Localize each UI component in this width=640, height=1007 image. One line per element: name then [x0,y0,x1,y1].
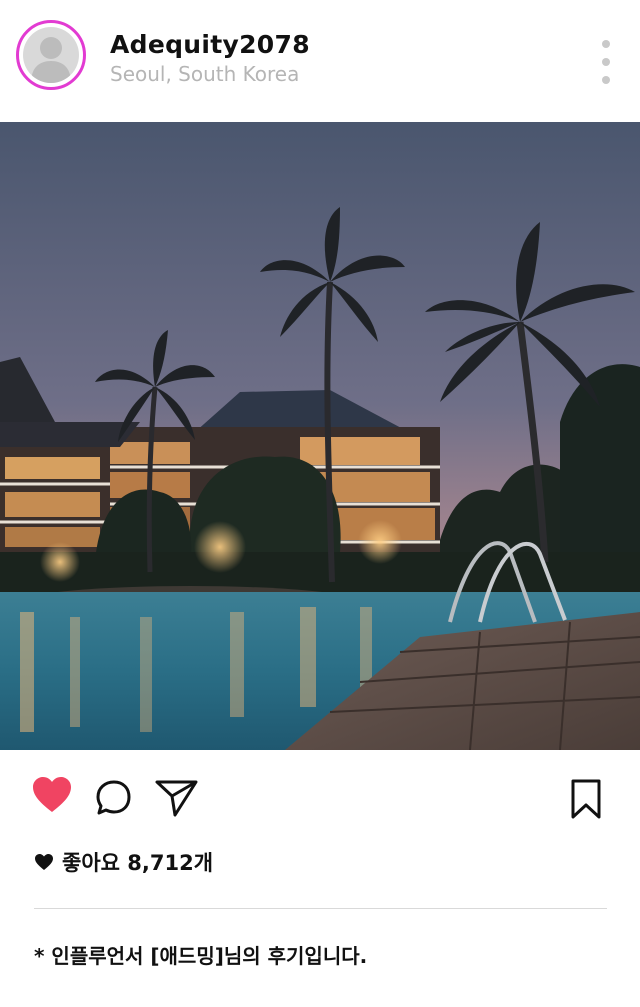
resort-pool-photo [0,122,640,750]
more-vertical-icon-dot [602,58,610,66]
paper-plane-icon [155,780,198,817]
heart-small-icon [35,854,53,870]
likes-count[interactable]: 좋아요 8,712개 [34,847,213,877]
more-vertical-icon-dot [602,76,610,84]
post-caption: * 인플루언서 [애드밍]님의 후기입니다. [34,944,368,968]
comment-bubble-icon [96,780,131,815]
profile-avatar-ring[interactable] [16,20,86,90]
like-button[interactable] [31,776,73,818]
likes-text: 좋아요 8,712개 [62,851,214,875]
post-photo[interactable] [0,122,640,750]
comment-button[interactable] [94,778,134,822]
share-button[interactable] [154,778,200,822]
avatar[interactable] [23,27,79,83]
bookmark-button[interactable] [568,778,604,824]
location[interactable]: Seoul, South Korea [110,62,299,86]
post-header: Adequity2078 Seoul, South Korea [0,0,640,122]
default-user-icon [31,37,71,83]
more-vertical-icon [602,40,610,48]
bookmark-icon [571,779,601,819]
username[interactable]: Adequity2078 [110,30,310,59]
more-options-button[interactable] [592,40,620,84]
post-actions [0,772,640,828]
divider [34,908,607,909]
heart-filled-icon [33,777,71,812]
